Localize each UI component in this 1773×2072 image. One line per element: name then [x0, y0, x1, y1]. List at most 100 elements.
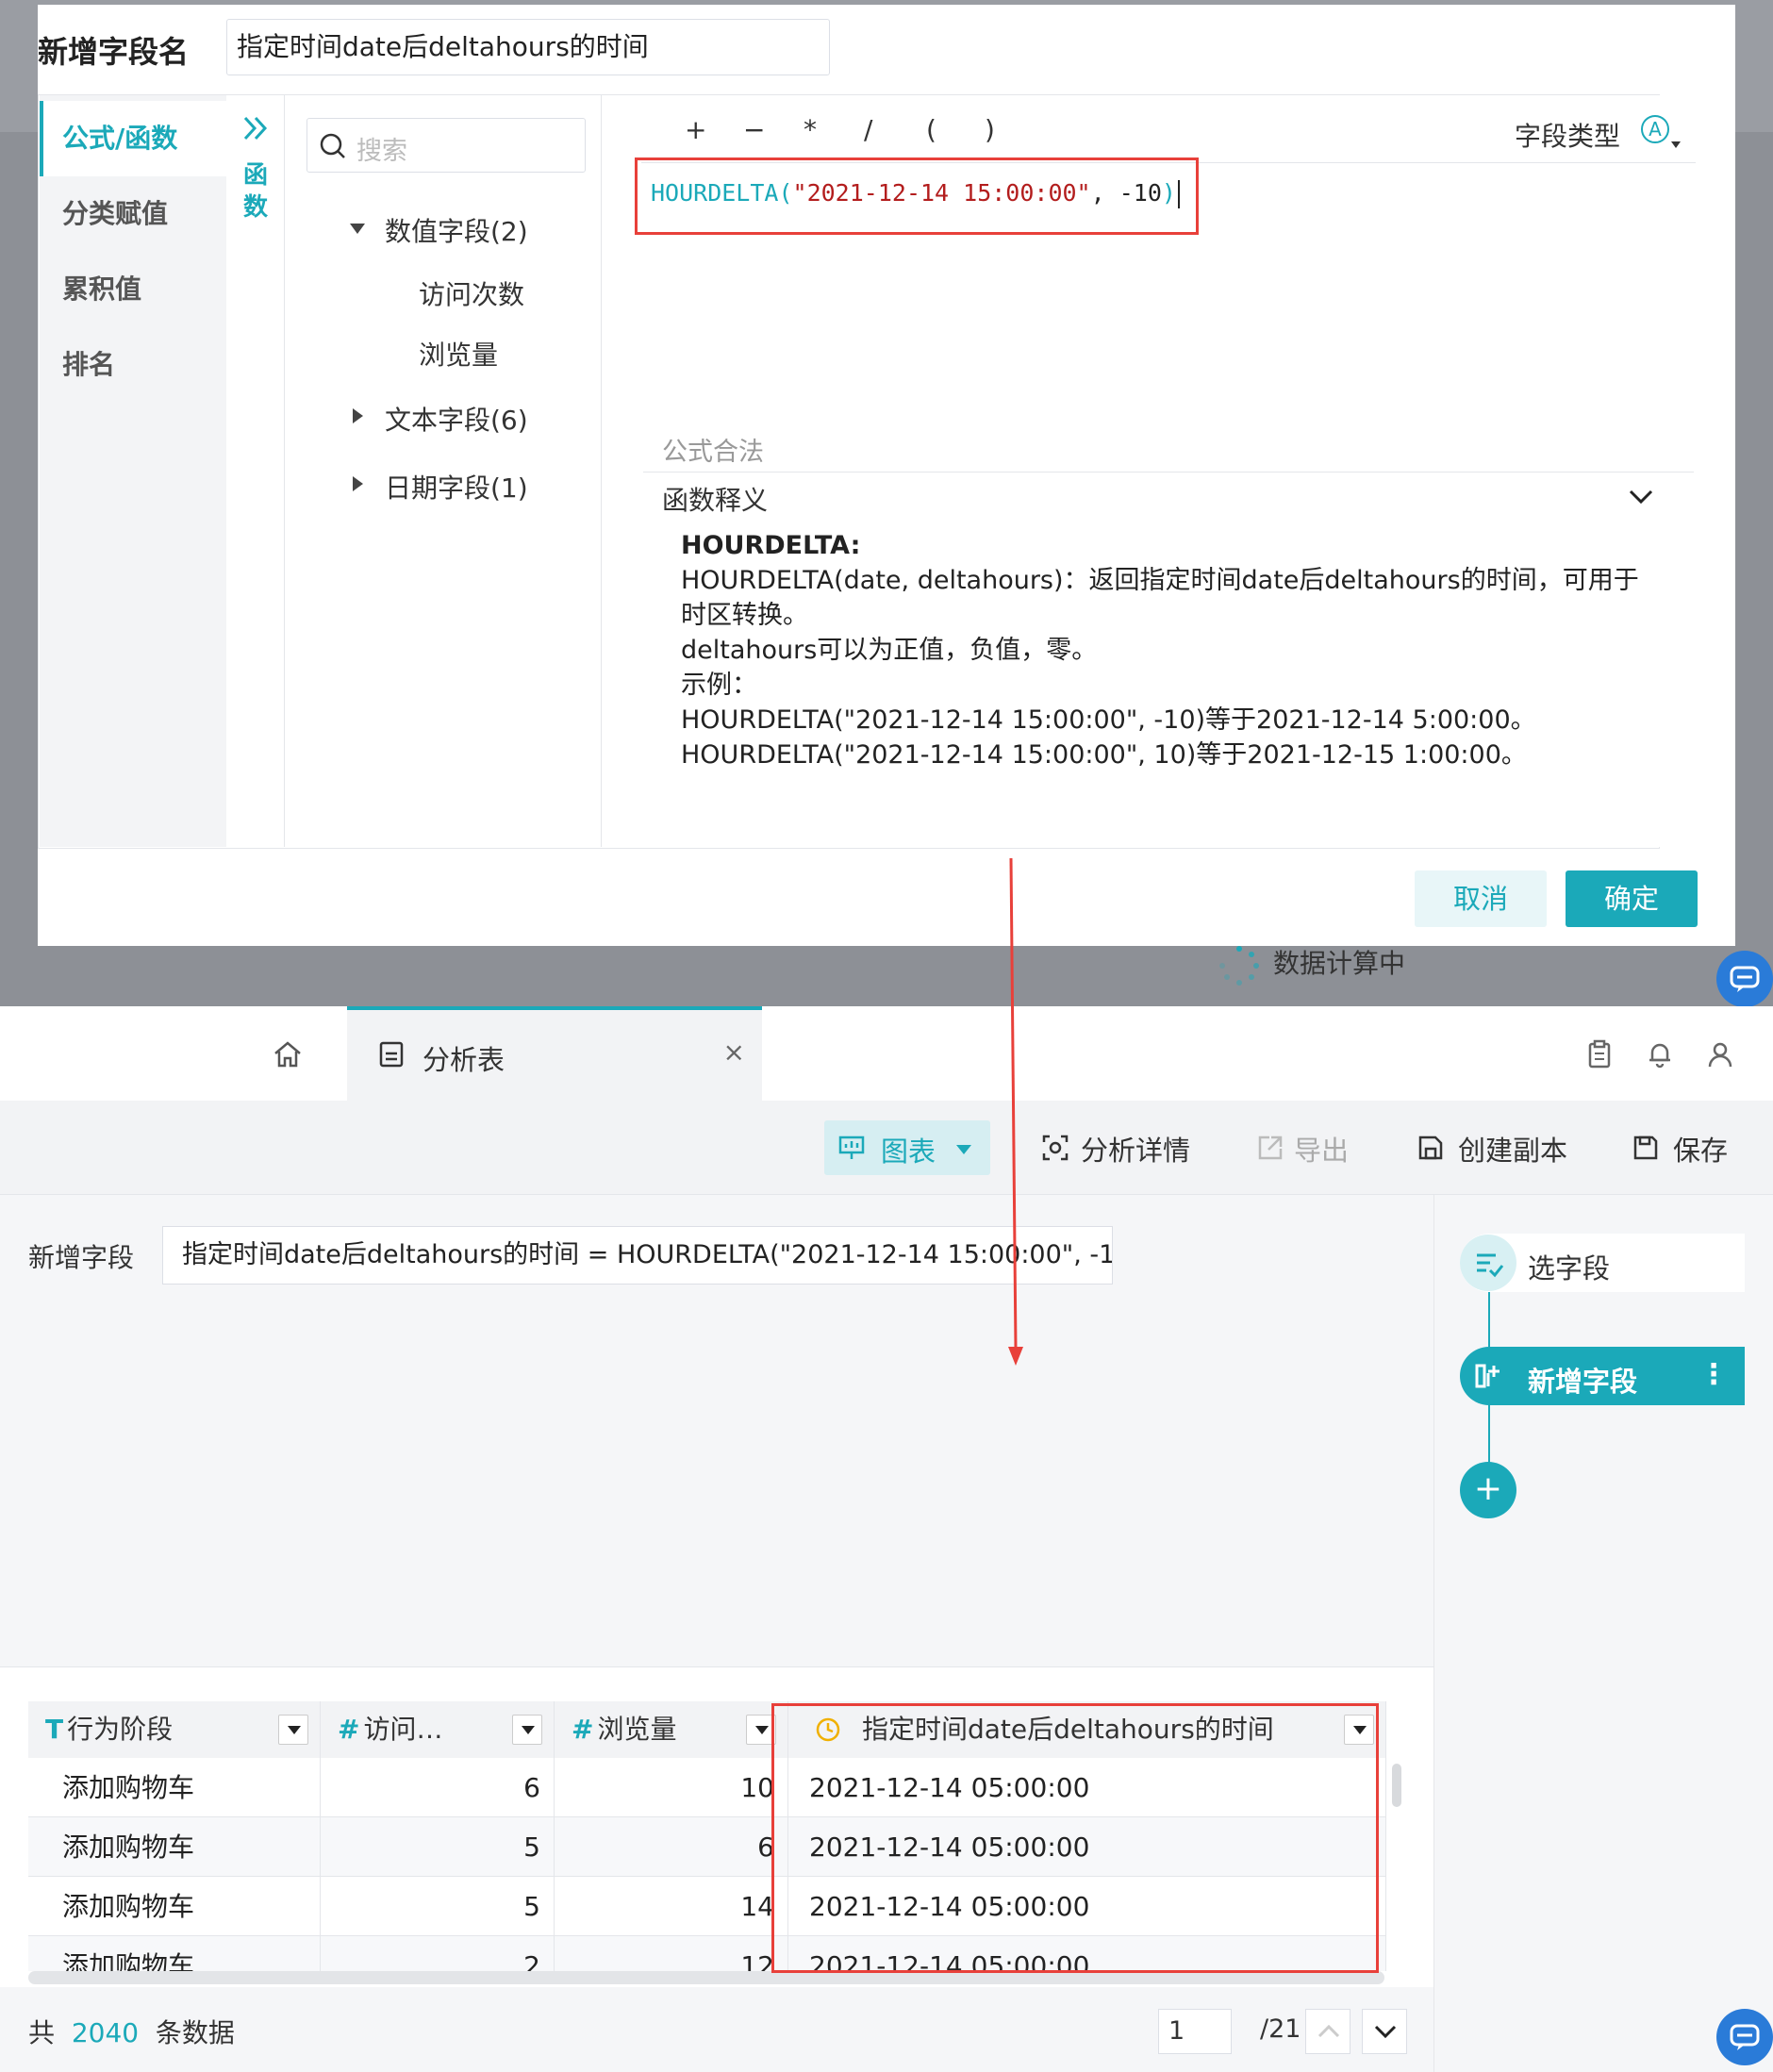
column-header-label: 行为阶段	[67, 1714, 174, 1745]
column-header-visits[interactable]: # 访问…	[321, 1701, 555, 1758]
tab-analysis[interactable]: 分析表 ×	[347, 1006, 762, 1101]
select-fields-icon	[1460, 1235, 1516, 1291]
next-page-button[interactable]	[1362, 2009, 1407, 2054]
total-prefix: 共	[28, 2017, 56, 2048]
op-divide[interactable]: /	[864, 114, 872, 145]
tab-rank[interactable]: 排名	[40, 327, 226, 403]
field-type-icon[interactable]: A	[1641, 115, 1669, 143]
step-select-fields[interactable]: 选字段	[1460, 1234, 1745, 1292]
op-plus[interactable]: +	[685, 114, 706, 145]
field-type-label[interactable]: 字段类型	[1515, 116, 1620, 154]
highlight-box-result-column	[771, 1703, 1379, 1973]
step-label: 新增字段	[1528, 1366, 1638, 1398]
horizontal-scrollbar[interactable]	[28, 1971, 1384, 1984]
op-minus[interactable]: −	[743, 114, 765, 145]
scan-eye-icon	[1042, 1135, 1069, 1161]
more-menu-icon[interactable]: ⋮	[1699, 1358, 1728, 1391]
search-input[interactable]: 搜索	[307, 118, 586, 173]
cell-visits: 5	[321, 1877, 555, 1936]
chevron-down-icon[interactable]	[1628, 488, 1654, 506]
op-multiply[interactable]: *	[804, 114, 817, 145]
confirm-button[interactable]: 确定	[1566, 870, 1698, 927]
total-suffix: 条数据	[155, 2017, 235, 2048]
vertical-scrollbar[interactable]	[1392, 1764, 1401, 1807]
caret-down-icon	[956, 1145, 971, 1154]
cell-stage: 添加购物车	[28, 1877, 321, 1936]
user-icon[interactable]	[1705, 1039, 1735, 1069]
field-name-input[interactable]: 指定时间date后deltahours的时间	[226, 19, 830, 75]
tree-group-text[interactable]: 文本字段(6)	[385, 400, 528, 438]
column-header-stage[interactable]: T 行为阶段	[28, 1701, 321, 1758]
column-header-pageviews[interactable]: # 浏览量	[555, 1701, 788, 1758]
chart-icon	[838, 1135, 865, 1159]
method-tabs: 公式/函数 分类赋值 累积值 排名	[40, 95, 226, 847]
analysis-detail-button[interactable]: 分析详情	[1081, 1129, 1190, 1169]
caret-right-icon[interactable]	[353, 408, 363, 423]
explain-function-name: HOURDELTA:	[681, 531, 861, 560]
text-type-icon: T	[45, 1714, 64, 1745]
page-total: /21	[1260, 2014, 1301, 2044]
explain-line: HOURDELTA("2021-12-14 15:00:00", -10)等于2…	[681, 705, 1536, 735]
tab-cumulative[interactable]: 累积值	[40, 252, 226, 327]
op-paren-close[interactable]: )	[985, 114, 995, 145]
tree-item[interactable]: 访问次数	[419, 274, 524, 312]
chat-support-icon[interactable]	[1716, 951, 1773, 1007]
number-type-icon: #	[572, 1714, 594, 1745]
column-dropdown-icon[interactable]	[278, 1715, 308, 1745]
save-button[interactable]: 保存	[1673, 1129, 1728, 1169]
tab-classify[interactable]: 分类赋值	[40, 176, 226, 252]
cancel-button[interactable]: 取消	[1415, 870, 1547, 927]
home-icon[interactable]	[272, 1039, 304, 1069]
caret-down-icon[interactable]	[350, 224, 365, 234]
cell-pageviews: 6	[555, 1817, 788, 1877]
tree-item[interactable]: 浏览量	[419, 335, 498, 373]
document-icon	[379, 1041, 404, 1068]
export-button[interactable]: 导出	[1294, 1129, 1349, 1169]
total-count: 共 2040 条数据	[28, 2013, 235, 2050]
tree-group-numeric[interactable]: 数值字段(2)	[385, 211, 528, 249]
chat-support-icon[interactable]	[1716, 2009, 1773, 2065]
tab-bar	[0, 1006, 1773, 1101]
bell-icon[interactable]	[1645, 1039, 1675, 1069]
explain-line: 示例：	[681, 671, 757, 700]
create-copy-button[interactable]: 创建副本	[1458, 1129, 1567, 1169]
clipboard-icon[interactable]	[1584, 1039, 1615, 1069]
new-field-formula-input[interactable]: 指定时间date后deltahours的时间 = HOURDELTA("2021…	[162, 1226, 1113, 1285]
cell-visits: 5	[321, 1817, 555, 1877]
chart-button-label: 图表	[881, 1135, 936, 1168]
number-type-icon: #	[338, 1714, 360, 1745]
explain-title: 函数释义	[662, 485, 769, 516]
chevron-down-icon	[1374, 2025, 1397, 2039]
close-icon[interactable]: ×	[723, 1036, 745, 1068]
caret-down-icon[interactable]	[1671, 141, 1681, 148]
cell-stage: 添加购物车	[28, 1936, 321, 1971]
add-step-button[interactable]: +	[1460, 1462, 1516, 1518]
function-strip[interactable]: 函数	[226, 95, 285, 847]
function-explanation: HOURDELTA: HOURDELTA(date, deltahours)：返…	[681, 528, 1662, 772]
save-icon	[1633, 1135, 1658, 1160]
chart-button[interactable]: 图表	[824, 1120, 990, 1175]
formula-valid-status: 公式合法	[662, 438, 764, 467]
cell-visits: 2	[321, 1936, 555, 1971]
tab-formula[interactable]: 公式/函数	[40, 101, 226, 176]
column-dropdown-icon[interactable]	[512, 1715, 542, 1745]
step-label: 选字段	[1528, 1252, 1611, 1285]
double-chevron-right-icon[interactable]	[240, 112, 272, 144]
explain-line: HOURDELTA(date, deltahours)：返回指定时间date后d…	[681, 566, 1639, 630]
column-header-label: 浏览量	[597, 1714, 677, 1745]
page-number-input[interactable]: 1	[1158, 2009, 1232, 2054]
cell-stage: 添加购物车	[28, 1817, 321, 1877]
explain-line: HOURDELTA("2021-12-14 15:00:00", 10)等于20…	[681, 740, 1527, 770]
search-placeholder: 搜索	[356, 137, 407, 166]
function-strip-label: 函数	[242, 161, 268, 222]
tree-group-date[interactable]: 日期字段(1)	[385, 468, 528, 506]
cell-pageviews: 14	[555, 1877, 788, 1936]
explain-line: deltahours可以为正值，负值，零。	[681, 636, 1098, 665]
prev-page-button[interactable]	[1305, 2009, 1350, 2054]
step-new-field[interactable]: 新增字段 ⋮	[1460, 1347, 1745, 1405]
explain-header[interactable]: 函数释义	[643, 472, 1694, 521]
step-panel	[1433, 1195, 1773, 2072]
step-connector	[1488, 1292, 1490, 1347]
op-paren-open[interactable]: (	[926, 114, 936, 145]
caret-right-icon[interactable]	[353, 476, 363, 491]
